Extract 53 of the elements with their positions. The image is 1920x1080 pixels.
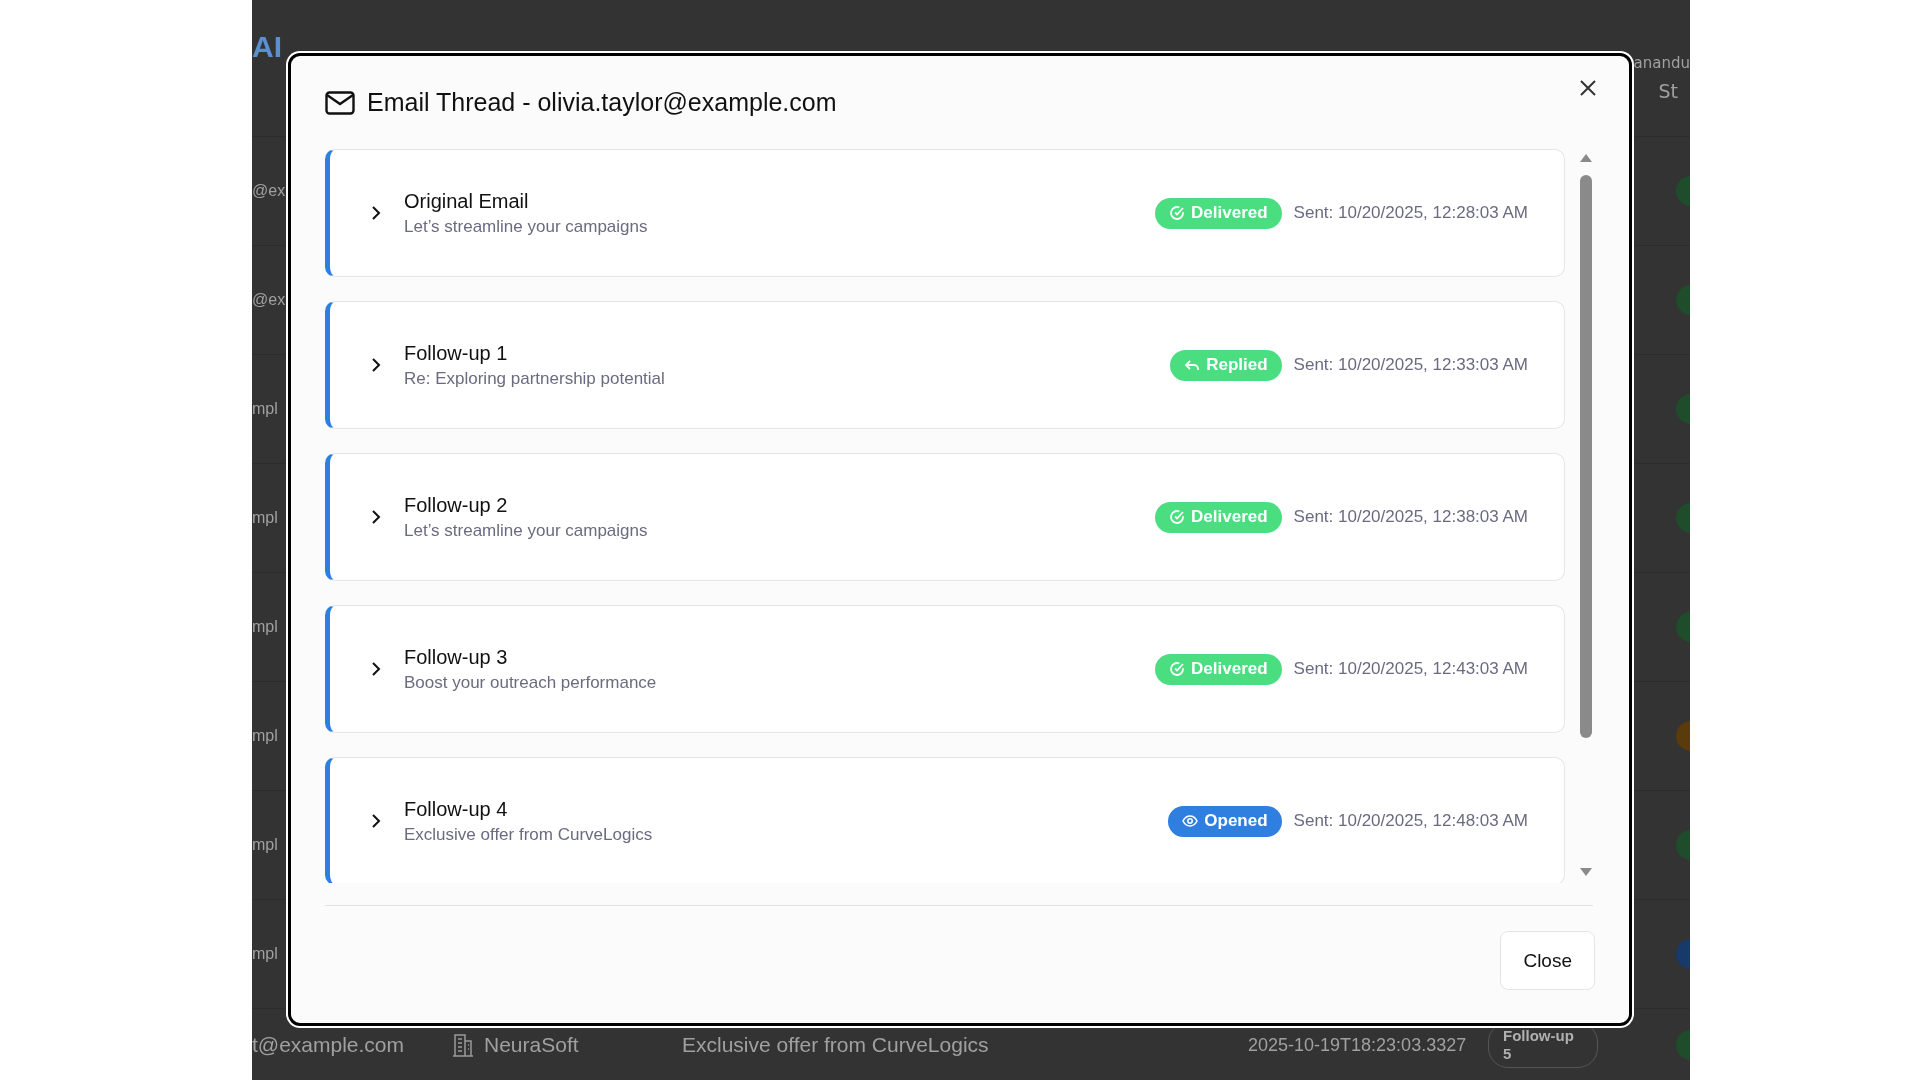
dialog-title: Email Thread - olivia.taylor@example.com (367, 88, 837, 117)
email-card[interactable]: Follow-up 1 Re: Exploring partnership potential Replied Sent: 10/20/2025, 12:33:03 AM (325, 301, 1565, 429)
column-heading: St (1658, 80, 1679, 102)
close-icon[interactable] (1578, 78, 1598, 98)
email-subject: Boost your outreach performance (404, 672, 658, 693)
status-badge: Delivered (1155, 197, 1282, 229)
email-title: Follow-up 4 (404, 797, 509, 821)
mail-icon (325, 90, 355, 115)
check-circle-icon (1169, 205, 1186, 221)
sent-time: Sent: 10/20/2025, 12:43:03 AM (1293, 659, 1528, 679)
building-icon (452, 1032, 474, 1057)
user-name: anandu (1633, 54, 1690, 72)
table-cell-text: @ex (252, 182, 287, 200)
scrollbar-thumb[interactable] (1580, 175, 1592, 738)
sent-time: Sent: 10/20/2025, 12:33:03 AM (1293, 355, 1528, 375)
table-cell-text: mpl (252, 727, 279, 745)
email-card[interactable]: Follow-up 3 Boost your outreach performance Delivered Sent: 10/20/2025, 12:43:03 AM (325, 605, 1565, 733)
status-badge: Opened (1168, 805, 1282, 837)
sent-time: Sent: 10/20/2025, 12:28:03 AM (1293, 203, 1528, 223)
table-cell-text: mpl (252, 836, 279, 854)
brand-logo-text: AI (252, 29, 282, 65)
email-title: Follow-up 3 (404, 645, 509, 669)
status-badge: Delivered (1155, 653, 1282, 685)
table-cell-text: mpl (252, 618, 279, 636)
table-cell-text: @ex (252, 291, 287, 309)
email-card[interactable]: Original Email Let’s streamline your campaigns Delivered Sent: 10/20/2025, 12:28:03 AM (325, 149, 1565, 277)
email-subject: Let’s streamline your campaigns (404, 520, 649, 541)
sent-time: Sent: 10/20/2025, 12:38:03 AM (1293, 507, 1528, 527)
table-cell-text: mpl (252, 945, 279, 963)
email-card[interactable]: Follow-up 4 Exclusive offer from CurveLogics Opened Sent: 10/20/2025, 12:48:03 AM (325, 757, 1565, 883)
email-title: Original Email (404, 189, 530, 213)
status-badge: Replied (1170, 349, 1282, 381)
email-card[interactable]: Follow-up 2 Let’s streamline your campaigns Delivered Sent: 10/20/2025, 12:38:03 AM (325, 453, 1565, 581)
reply-arrow-icon (1184, 357, 1201, 373)
table-cell-text: 2025-10-19T18:23:03.3327 (1248, 1033, 1468, 1056)
status-badge: Delivered (1155, 501, 1282, 533)
close-button[interactable]: Close (1500, 931, 1595, 990)
table-cell-text: Exclusive offer from CurveLogics (682, 1032, 990, 1057)
table-cell-text: mpl (252, 509, 279, 527)
company-name: NeuraSoft (484, 1032, 579, 1057)
table-cell-text: mpl (252, 400, 279, 418)
scroll-down-arrow-icon (1579, 867, 1593, 877)
check-circle-icon (1169, 509, 1186, 525)
email-title: Follow-up 2 (404, 493, 509, 517)
scroll-up-arrow-icon (1579, 153, 1593, 163)
email-subject: Exclusive offer from CurveLogics (404, 824, 654, 845)
table-cell-text: t@example.com (252, 1032, 406, 1057)
check-circle-icon (1169, 661, 1186, 677)
eye-icon (1182, 813, 1199, 829)
sent-time: Sent: 10/20/2025, 12:48:03 AM (1293, 811, 1528, 831)
email-title: Follow-up 1 (404, 341, 509, 365)
email-subject: Let’s streamline your campaigns (404, 216, 649, 237)
email-subject: Re: Exploring partnership potential (404, 368, 666, 389)
